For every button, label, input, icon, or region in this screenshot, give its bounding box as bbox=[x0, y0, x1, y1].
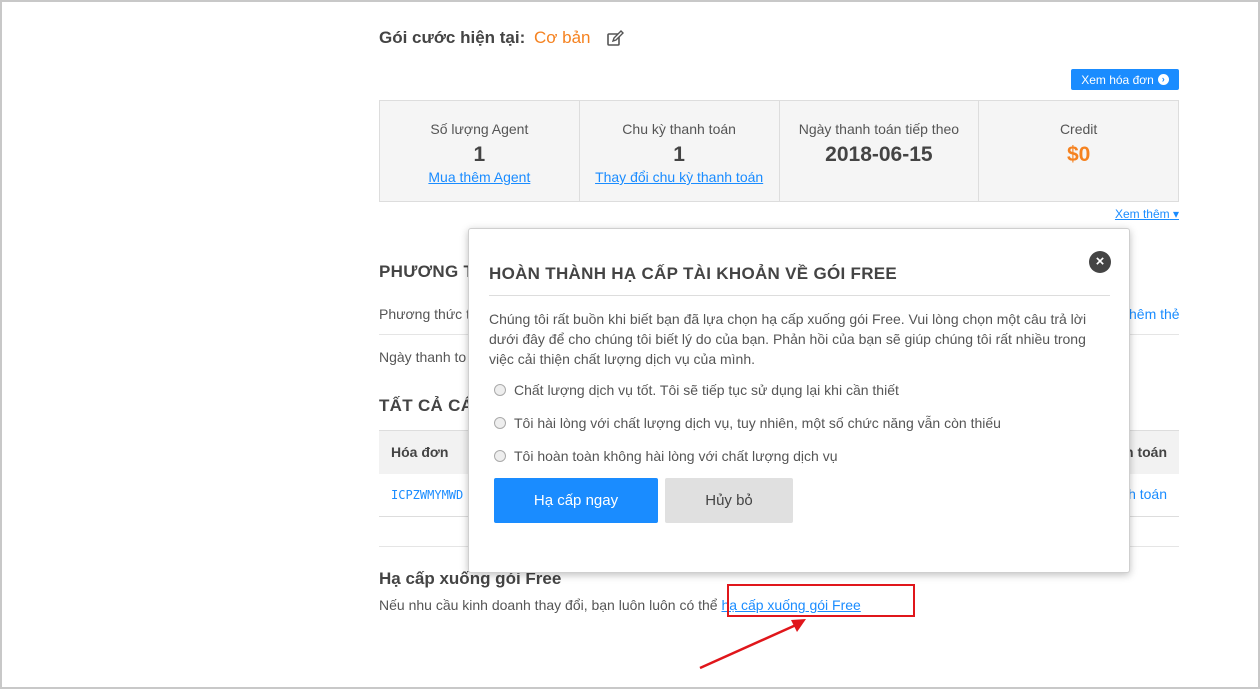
payment-section-heading: PHƯƠNG T bbox=[379, 262, 475, 281]
close-icon[interactable]: × bbox=[1089, 251, 1111, 273]
modal-title: HOÀN THÀNH HẠ CẤP TÀI KHOẢN VỀ GÓI FREE bbox=[489, 264, 898, 283]
column-header-payment: h toán bbox=[1125, 444, 1167, 460]
view-invoice-label: Xem hóa đơn bbox=[1081, 72, 1154, 87]
radio-button[interactable] bbox=[494, 450, 506, 462]
current-plan-label: Gói cước hiện tại: bbox=[379, 28, 526, 47]
reason-label: Tôi hài lòng với chất lượng dịch vụ, tuy… bbox=[514, 415, 1001, 431]
reason-label: Chất lượng dịch vụ tốt. Tôi sẽ tiếp tục … bbox=[514, 382, 899, 398]
pay-invoice-link[interactable]: h toán bbox=[1128, 486, 1167, 502]
current-plan-name: Cơ bản bbox=[534, 28, 591, 47]
stat-label: Chu kỳ thanh toán bbox=[622, 121, 736, 137]
reason-option-2[interactable]: Tôi hài lòng với chất lượng dịch vụ, tuy… bbox=[494, 415, 1001, 431]
current-plan-title: Gói cước hiện tại: Cơ bản bbox=[379, 28, 591, 48]
column-header-invoice: Hóa đơn bbox=[391, 444, 449, 460]
modal-description: Chúng tôi rất buồn khi biết bạn đã lựa c… bbox=[489, 311, 1087, 367]
divider bbox=[489, 295, 1110, 296]
see-more-label: Xem thêm bbox=[1114, 207, 1170, 221]
stat-billing-cycle: Chu kỳ thanh toán 1 Thay đổi chu kỳ than… bbox=[580, 101, 780, 201]
add-card-link[interactable]: hêm thẻ bbox=[1129, 306, 1180, 322]
reason-label: Tôi hoàn toàn không hài lòng với chất lư… bbox=[514, 448, 838, 464]
stat-label: Số lượng Agent bbox=[430, 121, 529, 137]
downgrade-modal: HOÀN THÀNH HẠ CẤP TÀI KHOẢN VỀ GÓI FREE … bbox=[468, 228, 1130, 573]
invoice-code-link[interactable]: ICPZWMYMWD bbox=[391, 488, 463, 502]
arrow-right-circle-icon: › bbox=[1157, 74, 1169, 85]
radio-button[interactable] bbox=[494, 384, 506, 396]
change-billing-cycle-link[interactable]: Thay đổi chu kỳ thanh toán bbox=[595, 169, 763, 185]
cancel-button[interactable]: Hủy bỏ bbox=[665, 478, 793, 523]
stat-value: $0 bbox=[1066, 143, 1091, 166]
radio-button[interactable] bbox=[494, 417, 506, 429]
downgrade-text: Nếu nhu cầu kinh doanh thay đổi, bạn luô… bbox=[379, 597, 718, 613]
view-invoice-button[interactable]: Xem hóa đơn › bbox=[1071, 69, 1179, 90]
stat-agent-count: Số lượng Agent 1 Mua thêm Agent bbox=[380, 101, 580, 201]
stat-credit: Credit $0 bbox=[979, 101, 1178, 201]
subscription-stats: Số lượng Agent 1 Mua thêm Agent Chu kỳ t… bbox=[379, 100, 1179, 202]
edit-icon[interactable] bbox=[606, 30, 624, 48]
buy-more-agent-link[interactable]: Mua thêm Agent bbox=[428, 169, 530, 185]
caret-down-icon: ▾ bbox=[1169, 207, 1179, 221]
confirm-downgrade-button[interactable]: Hạ cấp ngay bbox=[494, 478, 658, 523]
stat-value: 1 bbox=[673, 143, 685, 166]
stat-label: Credit bbox=[1059, 121, 1098, 137]
see-more-link[interactable]: Xem thêm ▾ bbox=[1115, 207, 1179, 221]
payment-date-label: Ngày thanh to bbox=[379, 349, 467, 365]
stat-value: 1 bbox=[473, 143, 486, 166]
stat-label: Ngày thanh toán tiếp theo bbox=[798, 121, 960, 137]
annotation-arrow-icon bbox=[699, 619, 806, 670]
stat-value: 2018-06-15 bbox=[825, 143, 933, 166]
stat-next-payment-date: Ngày thanh toán tiếp theo 2018-06-15 bbox=[780, 101, 980, 201]
reason-option-3[interactable]: Tôi hoàn toàn không hài lòng với chất lư… bbox=[494, 448, 838, 464]
reason-option-1[interactable]: Chất lượng dịch vụ tốt. Tôi sẽ tiếp tục … bbox=[494, 382, 899, 398]
payment-method-label: Phương thức t bbox=[379, 306, 470, 322]
invoices-section-heading: TẤT CẢ CÁ bbox=[379, 396, 474, 415]
